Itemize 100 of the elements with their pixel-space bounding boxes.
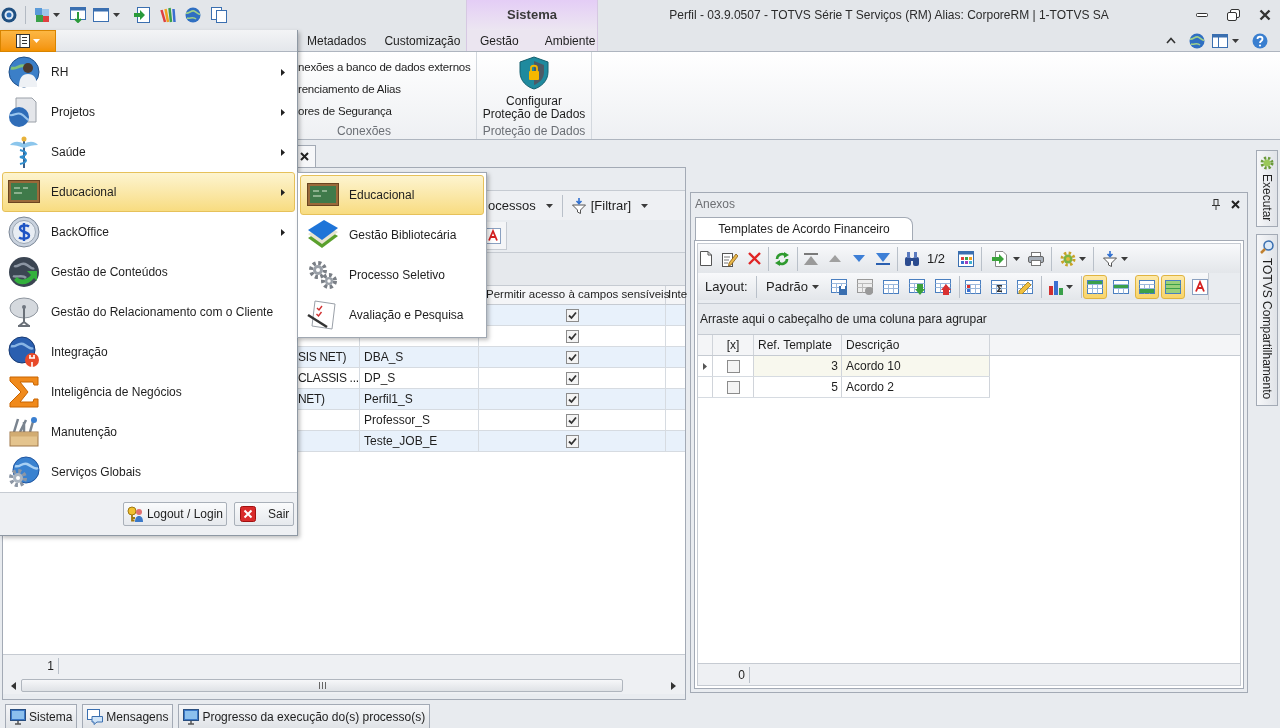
ribbon-item[interactable]: nexões a banco de dados externos <box>298 56 471 78</box>
window-download-icon[interactable] <box>70 7 86 23</box>
table-export-icon[interactable] <box>934 278 951 295</box>
first-record-icon[interactable] <box>804 252 818 265</box>
menu-item[interactable]: Gestão do Relacionamento com o Cliente <box>2 292 295 332</box>
ribbon-tab[interactable]: Ambiente <box>531 30 609 52</box>
view-toggle[interactable] <box>1083 274 1107 299</box>
checkbox[interactable] <box>726 359 740 373</box>
grid-row[interactable]: 5 Acordo 2 <box>698 377 990 398</box>
ribbon-item[interactable]: renciamento de Alias <box>298 78 401 100</box>
view-toggle[interactable] <box>1135 274 1159 299</box>
text-color-icon[interactable] <box>1192 278 1208 295</box>
menu-item[interactable]: BackOffice <box>2 212 295 252</box>
color-grid-icon[interactable] <box>958 250 975 267</box>
submenu-item[interactable]: Gestão Bibliotecária <box>300 215 484 255</box>
checkbox[interactable] <box>565 371 579 385</box>
layout-delete-icon[interactable] <box>856 278 873 295</box>
binoculars-icon[interactable] <box>904 251 920 266</box>
view-toggle[interactable] <box>1161 274 1185 299</box>
pin-icon[interactable] <box>1212 198 1220 210</box>
caret-icon[interactable] <box>1232 38 1239 43</box>
checkbox[interactable] <box>726 380 740 394</box>
caret-icon[interactable] <box>641 203 649 208</box>
help-icon[interactable] <box>1252 32 1268 49</box>
menu-item[interactable]: Gestão de Conteúdos <box>2 252 295 292</box>
globe-icon[interactable] <box>185 7 201 23</box>
table-icon[interactable] <box>882 279 899 294</box>
caret-icon[interactable] <box>1121 256 1129 261</box>
menu-item[interactable]: Serviços Globais <box>2 452 295 492</box>
close-icon[interactable] <box>1259 9 1271 21</box>
ribbon-button[interactable]: Configurar Proteção de Dados <box>479 52 589 123</box>
side-tab[interactable]: TOTVS Compartilhamento <box>1256 234 1278 406</box>
window-icon[interactable] <box>93 8 109 22</box>
toolbar-dropdown[interactable]: [Filtrar] <box>571 195 649 216</box>
close-icon[interactable] <box>300 152 309 161</box>
caret-icon[interactable] <box>113 13 120 17</box>
close-icon[interactable] <box>1231 199 1240 209</box>
caret-icon[interactable] <box>1065 284 1073 289</box>
caret-icon[interactable] <box>545 203 553 208</box>
filter-icon[interactable] <box>1103 250 1118 267</box>
copy-icon[interactable] <box>211 7 227 23</box>
next-icon[interactable] <box>853 255 865 262</box>
toolbar-dropdown[interactable]: ocessos <box>488 195 553 216</box>
ribbon-tab[interactable]: Metadados <box>298 30 376 52</box>
caret-icon[interactable] <box>811 284 819 289</box>
table-sum-icon[interactable] <box>991 279 1008 294</box>
grid-row[interactable]: 3 Acordo 10 <box>698 356 990 377</box>
menu-item[interactable]: Projetos <box>2 92 295 132</box>
scrollbar-thumb[interactable] <box>21 679 623 692</box>
ribbon-item[interactable]: ores de Segurança <box>298 100 392 122</box>
submenu-item[interactable]: Avaliação e Pesquisa <box>300 295 484 335</box>
table-import-icon[interactable] <box>908 278 925 295</box>
ribbon-tab[interactable]: Customização <box>375 30 470 52</box>
checkbox[interactable] <box>565 392 579 406</box>
submenu-item[interactable]: Educacional <box>300 175 484 215</box>
minimize-icon[interactable] <box>1196 13 1208 17</box>
menu-item[interactable]: Inteligência de Negócios <box>2 372 295 412</box>
taskbar-button[interactable]: Progresso da execução do(s) processo(s) <box>178 704 431 728</box>
table-edit-icon[interactable] <box>1017 279 1034 294</box>
menu-item[interactable]: RH <box>2 52 295 92</box>
ribbon-tab[interactable]: Gestão <box>467 30 532 52</box>
menu-item[interactable]: Educacional <box>2 172 295 212</box>
new-document-icon[interactable] <box>700 251 712 266</box>
edit-icon[interactable] <box>722 250 738 267</box>
menu-item[interactable]: Integração <box>2 332 295 372</box>
menu-item[interactable]: Saúde <box>2 132 295 172</box>
checkbox[interactable] <box>565 350 579 364</box>
orb-icon[interactable] <box>1 7 17 23</box>
caret-icon[interactable] <box>1013 256 1021 261</box>
caret-icon[interactable] <box>53 13 60 17</box>
chevron-up-icon[interactable] <box>1166 37 1176 44</box>
checkbox[interactable] <box>565 413 579 427</box>
layout-save-icon[interactable] <box>830 278 847 295</box>
window-enter-icon[interactable] <box>134 7 150 23</box>
panel-layout-icon[interactable] <box>1212 33 1228 48</box>
print-icon[interactable] <box>1028 251 1045 266</box>
color-pencils-icon[interactable] <box>160 7 176 23</box>
logout-button[interactable]: Logout / Login <box>122 502 227 526</box>
bar-chart-icon[interactable] <box>1047 278 1064 295</box>
exit-button[interactable]: Sair <box>234 502 294 526</box>
restore-icon[interactable] <box>1227 9 1240 21</box>
caret-icon[interactable] <box>1079 256 1087 261</box>
scroll-left-icon[interactable] <box>11 681 16 690</box>
side-tab[interactable]: Executar <box>1256 150 1278 228</box>
checkbox[interactable] <box>565 308 579 322</box>
panel-tab[interactable]: Templates de Acordo Financeiro <box>695 217 913 240</box>
last-record-icon[interactable] <box>876 252 890 265</box>
submenu-item[interactable]: Processo Seletivo <box>300 255 484 295</box>
taskbar-button[interactable]: Sistema <box>5 704 78 728</box>
table-columns-icon[interactable] <box>965 279 982 294</box>
refresh-icon[interactable] <box>774 250 790 267</box>
layout-dropdown[interactable]: Padrão <box>766 276 819 297</box>
menu-item[interactable]: Manutenção <box>2 412 295 452</box>
app-menu-button[interactable] <box>0 30 56 52</box>
delete-icon[interactable] <box>748 252 761 265</box>
checkbox[interactable] <box>565 329 579 343</box>
checkbox[interactable] <box>565 434 579 448</box>
taskbar-button[interactable]: Mensagens <box>82 704 174 728</box>
globe-icon[interactable] <box>1189 32 1205 49</box>
scroll-right-icon[interactable] <box>671 681 676 690</box>
